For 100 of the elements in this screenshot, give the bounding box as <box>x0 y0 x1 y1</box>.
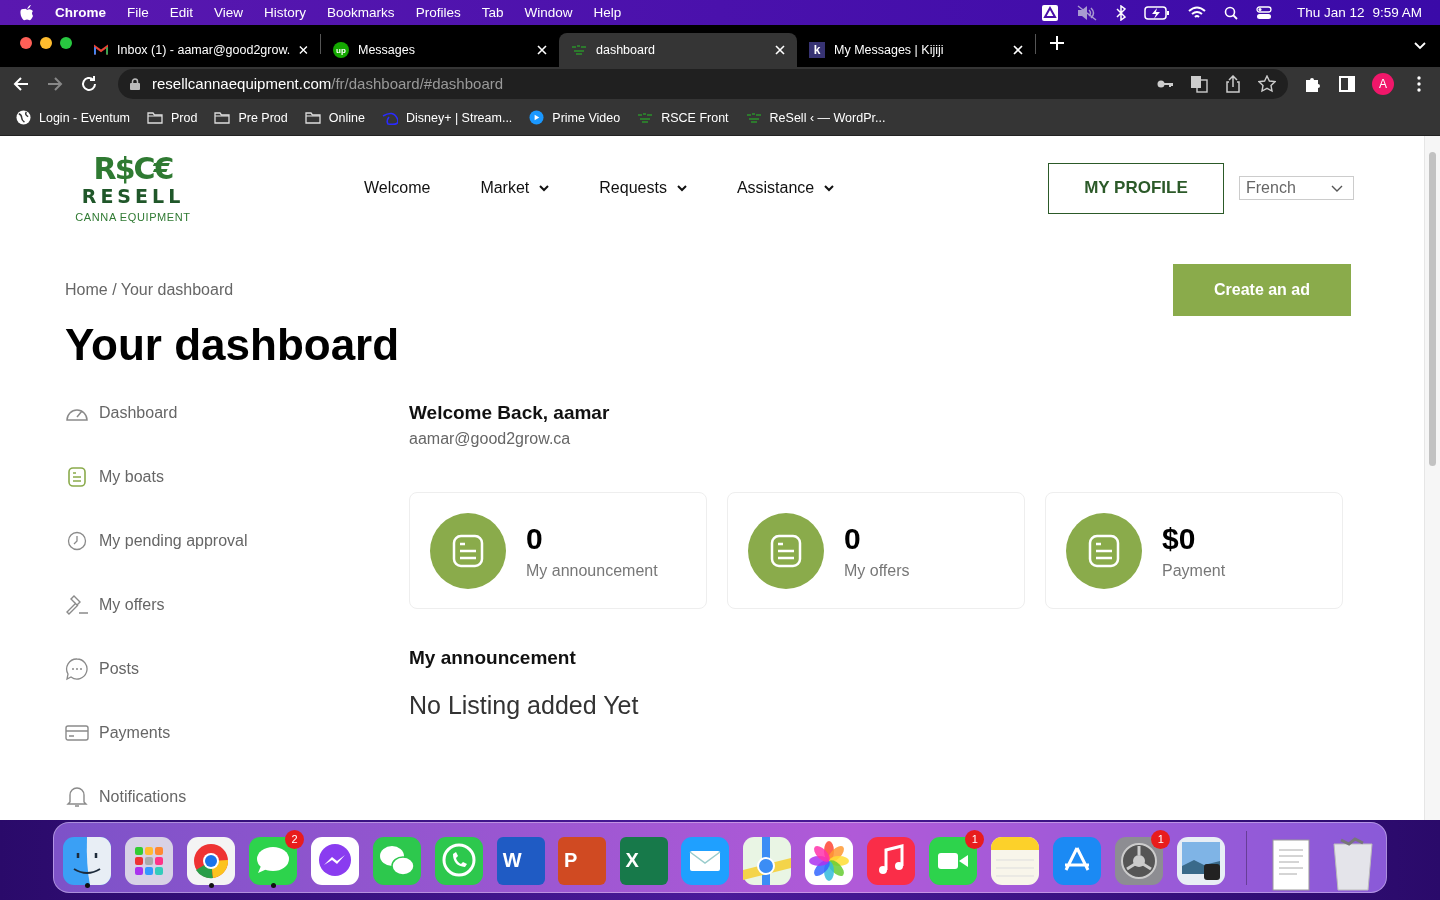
search-icon[interactable] <box>1223 5 1238 20</box>
speaker-muted-icon[interactable] <box>1075 4 1098 21</box>
address-bar[interactable]: resellcannaequipment.com/fr/dashboard/#dashboard <box>118 68 1288 99</box>
zoom-window-button[interactable] <box>60 37 72 49</box>
sidebar-icon[interactable] <box>1338 74 1356 93</box>
sidebar-link[interactable]: My offers <box>99 596 165 614</box>
bookmark-link[interactable]: Disney+ | Stream... <box>405 110 513 125</box>
speech-bubble-icon[interactable] <box>248 835 298 886</box>
close-window-button[interactable] <box>20 37 32 49</box>
nav-link[interactable]: Market <box>480 179 550 197</box>
bluetooth-icon[interactable] <box>1115 4 1126 21</box>
browser-tab[interactable]: k My Messages | Kijiji <box>797 33 1035 67</box>
play-icon <box>529 110 545 125</box>
translate-icon[interactable] <box>1190 74 1208 93</box>
smiling-face-icon[interactable] <box>62 835 112 886</box>
two-bubbles-icon[interactable] <box>372 835 422 886</box>
flower-petals-icon[interactable] <box>804 835 855 886</box>
bookmark-link[interactable]: Prime Video <box>552 110 621 125</box>
menu-item[interactable]: View <box>214 5 244 20</box>
minimize-window-button[interactable] <box>40 37 52 49</box>
bookmark-link[interactable]: ReSell ‹ — WordPr... <box>769 110 886 125</box>
menu-time[interactable]: 9:59 AM <box>1372 5 1422 20</box>
video-camera-icon[interactable] <box>928 835 979 886</box>
running-dot <box>208 882 214 888</box>
bookmark-link[interactable]: Prod <box>171 110 198 125</box>
menu-date[interactable]: Thu Jan 12 <box>1296 5 1365 20</box>
chevron-down-icon <box>1331 184 1343 192</box>
plus-icon[interactable] <box>1050 36 1064 50</box>
app-grid-icon[interactable] <box>124 835 174 886</box>
browser-tab[interactable]: dashboard <box>559 33 797 67</box>
chrome-wheel-icon[interactable] <box>186 835 236 886</box>
office-app-icon[interactable]: P <box>558 836 607 885</box>
menu-item[interactable]: History <box>264 5 307 20</box>
map-icon[interactable] <box>742 835 793 886</box>
app-menu[interactable]: Chrome <box>55 5 106 20</box>
bookmark-link[interactable]: Pre Prod <box>238 110 288 125</box>
menu-item[interactable]: Profiles <box>415 5 461 20</box>
close-icon[interactable] <box>775 45 785 55</box>
trash-can-icon[interactable] <box>1331 835 1376 892</box>
sidebar-link[interactable]: Dashboard <box>99 404 178 422</box>
nav-link[interactable]: Welcome <box>364 179 431 197</box>
language-select[interactable]: French <box>1239 176 1354 200</box>
stat-value: 0 <box>844 521 862 556</box>
nav-link[interactable]: Assistance <box>736 179 835 197</box>
stat-label: My announcement <box>526 561 658 580</box>
sidebar-link[interactable]: Posts <box>99 660 139 678</box>
photo-viewer-icon[interactable] <box>1176 835 1227 886</box>
notepad-icon[interactable] <box>990 835 1041 886</box>
gear-icon[interactable] <box>1114 835 1165 886</box>
apple-logo-icon[interactable] <box>20 4 34 21</box>
phone-bubble-icon[interactable] <box>434 835 484 886</box>
back-icon[interactable] <box>12 74 30 93</box>
close-icon[interactable] <box>299 45 308 55</box>
share-icon[interactable] <box>1224 74 1242 93</box>
logo-name[interactable]: RESELL <box>81 185 185 207</box>
browser-tab[interactable]: Inbox (1) - aamar@good2grow. <box>82 33 320 67</box>
office-app-icon[interactable]: W <box>496 836 545 885</box>
caret-icon <box>676 184 687 192</box>
bookmark-link[interactable]: Login - Eventum <box>39 110 131 125</box>
battery-icon[interactable] <box>1143 5 1170 20</box>
menu-item[interactable]: Tab <box>481 5 504 20</box>
menu-item[interactable]: Help <box>593 5 622 20</box>
chevron-down-icon[interactable] <box>1414 42 1426 50</box>
document-icon <box>67 466 87 488</box>
envelope-icon[interactable] <box>680 835 731 886</box>
reload-icon[interactable] <box>80 74 98 93</box>
menu-item[interactable]: File <box>127 5 149 20</box>
bookmark-link[interactable]: RSCE Front <box>661 110 729 125</box>
kijiji-logo-icon: k <box>809 42 825 58</box>
scrollbar-thumb[interactable] <box>1429 152 1436 466</box>
close-icon[interactable] <box>537 45 547 55</box>
menu-item[interactable]: Bookmarks <box>327 5 395 20</box>
star-icon[interactable] <box>1258 74 1276 93</box>
close-icon[interactable] <box>1013 45 1023 55</box>
forward-icon[interactable] <box>46 74 64 93</box>
sidebar-link[interactable]: Notifications <box>99 788 187 806</box>
sidebar-link[interactable]: My pending approval <box>99 532 248 550</box>
logo-mark[interactable]: R$C€ <box>93 153 173 185</box>
clock-icon <box>67 531 87 551</box>
browser-tab[interactable]: up Messages <box>321 33 559 67</box>
drive-icon[interactable] <box>1041 4 1058 21</box>
lightning-bubble-icon[interactable] <box>310 835 360 886</box>
wifi-icon[interactable] <box>1187 5 1206 20</box>
sidebar-link[interactable]: My boats <box>99 468 164 486</box>
toggles-icon[interactable] <box>1255 5 1272 20</box>
lock-icon <box>130 77 140 90</box>
office-app-icon[interactable]: X <box>619 836 668 885</box>
menu-item[interactable]: Edit <box>169 5 194 20</box>
app-store-icon[interactable] <box>1052 835 1103 886</box>
document-badge-icon <box>748 512 824 589</box>
music-note-icon[interactable] <box>866 835 917 886</box>
profile-button[interactable]: MY PROFILE <box>1048 162 1224 214</box>
sidebar-link[interactable]: Payments <box>99 724 171 742</box>
bookmark-link[interactable]: Online <box>328 110 365 125</box>
credit-card-icon <box>65 724 89 742</box>
globe-icon <box>16 110 31 125</box>
menu-item[interactable]: Window <box>524 5 573 20</box>
stat-label: My offers <box>844 561 910 580</box>
nav-link[interactable]: Requests <box>599 179 687 197</box>
profile-avatar[interactable]: A <box>1372 72 1394 95</box>
